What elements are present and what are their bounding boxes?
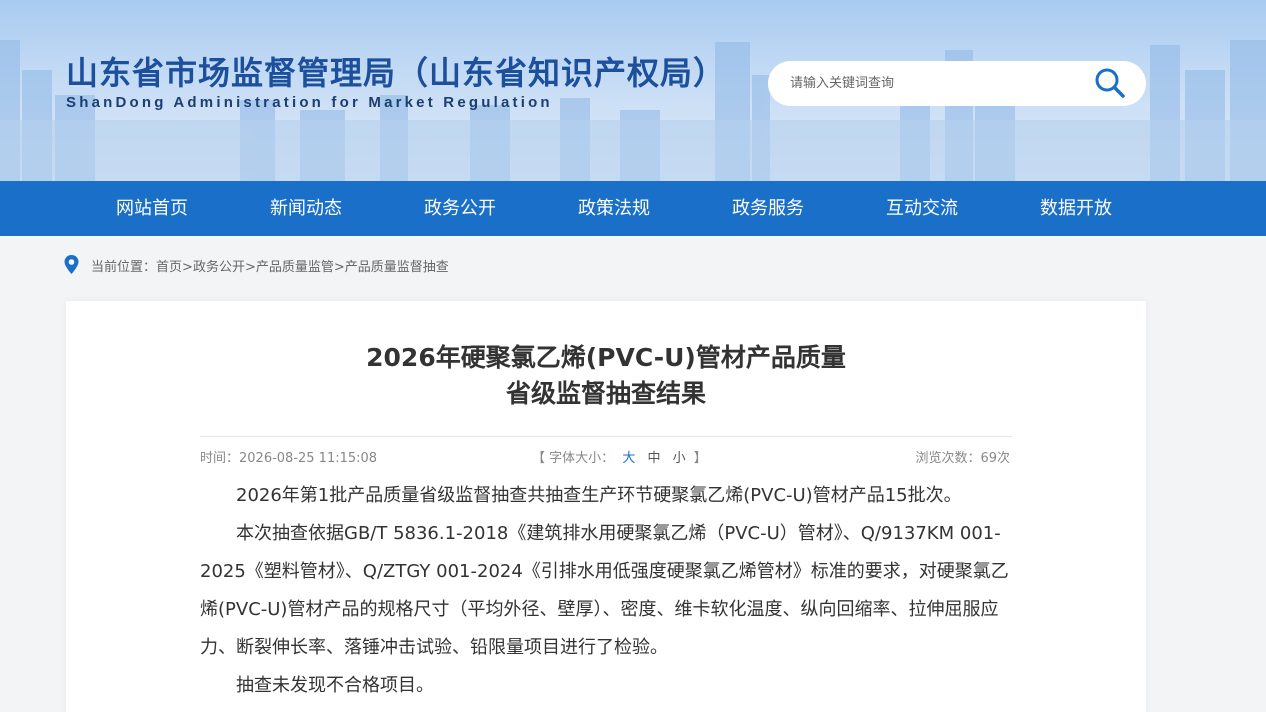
meta-divider <box>200 436 1012 437</box>
article-title-line1: 2026年硬聚氯乙烯(PVC-U)管材产品质量 <box>366 343 846 372</box>
publish-time: 时间：2026-08-25 11:15:08 <box>200 451 378 466</box>
search-input[interactable] <box>790 61 1090 106</box>
font-size-close-bracket: 】 <box>693 451 707 466</box>
search-box <box>768 61 1146 106</box>
breadcrumb-gov-affairs[interactable]: 政务公开 <box>193 260 245 275</box>
search-icon <box>1095 68 1125 98</box>
nav-item-policies[interactable]: 政策法规 <box>578 181 650 236</box>
article-paragraph: 抽查未发现不合格项目。 <box>236 675 434 696</box>
font-size-medium-button[interactable]: 中 <box>647 451 660 466</box>
article-paragraph: 本次抽查依据GB/T 5836.1-2018《建筑排水用硬聚氯乙烯（PVC-U）… <box>200 523 1009 658</box>
view-count: 浏览次数：69次 <box>915 451 1010 466</box>
font-size-open-bracket: 【 <box>532 451 546 466</box>
main-nav: 网站首页 新闻动态 政务公开 政策法规 政务服务 互动交流 数据开放 <box>0 181 1266 236</box>
site-subtitle: ShanDong Administration for Market Regul… <box>66 94 553 111</box>
article-body: 2026年第1批产品质量省级监督抽查共抽查生产环节硬聚氯乙烯(PVC-U)管材产… <box>200 477 1012 705</box>
font-size-large-button[interactable]: 大 <box>622 451 635 466</box>
breadcrumb-quality-regulation[interactable]: 产品质量监管 <box>256 260 334 275</box>
nav-item-open-data[interactable]: 数据开放 <box>1040 181 1112 236</box>
breadcrumb-home[interactable]: 首页 <box>156 260 182 275</box>
nav-item-gov-affairs[interactable]: 政务公开 <box>424 181 496 236</box>
breadcrumb-separator: > <box>333 260 345 275</box>
site-title: 山东省市场监督管理局（山东省知识产权局） <box>66 54 727 92</box>
nav-item-news[interactable]: 新闻动态 <box>270 181 342 236</box>
search-button[interactable] <box>1092 66 1128 100</box>
breadcrumb: 当前位置：首页>政务公开>产品质量监管>产品质量监督抽查 <box>91 256 449 275</box>
breadcrumb-separator: > <box>244 260 256 275</box>
font-size-control: 【 字体大小： 大 中 小 】 <box>532 447 707 466</box>
location-pin-icon <box>64 255 79 274</box>
font-size-label: 字体大小： <box>549 451 615 466</box>
nav-item-home[interactable]: 网站首页 <box>116 181 188 236</box>
nav-item-interaction[interactable]: 互动交流 <box>886 181 958 236</box>
breadcrumb-separator: > <box>182 260 193 275</box>
breadcrumb-prefix: 当前位置： <box>91 260 157 275</box>
article-title-line2: 省级监督抽查结果 <box>505 379 706 408</box>
font-size-small-button[interactable]: 小 <box>673 451 686 466</box>
breadcrumb-quality-inspection[interactable]: 产品质量监督抽查 <box>345 260 449 275</box>
article-paragraph: 2026年第1批产品质量省级监督抽查共抽查生产环节硬聚氯乙烯(PVC-U)管材产… <box>236 485 962 506</box>
nav-item-services[interactable]: 政务服务 <box>732 181 804 236</box>
article-title: 2026年硬聚氯乙烯(PVC-U)管材产品质量 省级监督抽查结果 <box>200 340 1012 412</box>
